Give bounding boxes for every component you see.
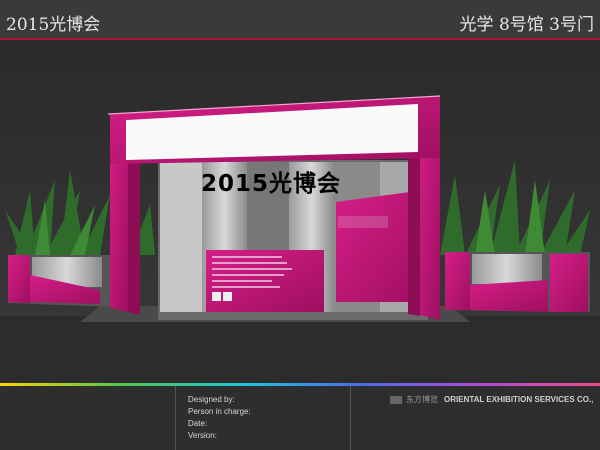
title-block-divider [175, 386, 176, 450]
company-logo-icon [390, 395, 402, 404]
designed-by-label: Designed by: [188, 395, 235, 404]
booth-location: 光学 8号馆 3号门 [459, 15, 594, 35]
company-name-en: ORIENTAL EXHIBITION SERVICES CO., [444, 395, 594, 404]
person-in-charge-label: Person in charge: [188, 407, 251, 416]
title-block: Designed by: Person in charge: Date: Ver… [0, 386, 600, 450]
title-block-divider [350, 386, 351, 450]
title-bar: 2015光博会 光学 8号馆 3号门 [0, 0, 600, 38]
booth-rendering: 2015光博会 [0, 40, 600, 383]
booth-sign-title: 2015光博会 [200, 171, 341, 197]
version-label: Version: [188, 431, 217, 440]
project-title: 2015光博会 [6, 15, 101, 35]
date-label: Date: [188, 419, 208, 428]
company-name-cn: 东方博览 [406, 395, 438, 404]
company-name: 东方博览 ORIENTAL EXHIBITION SERVICES CO., [390, 394, 593, 405]
booth-illustration [0, 40, 600, 383]
